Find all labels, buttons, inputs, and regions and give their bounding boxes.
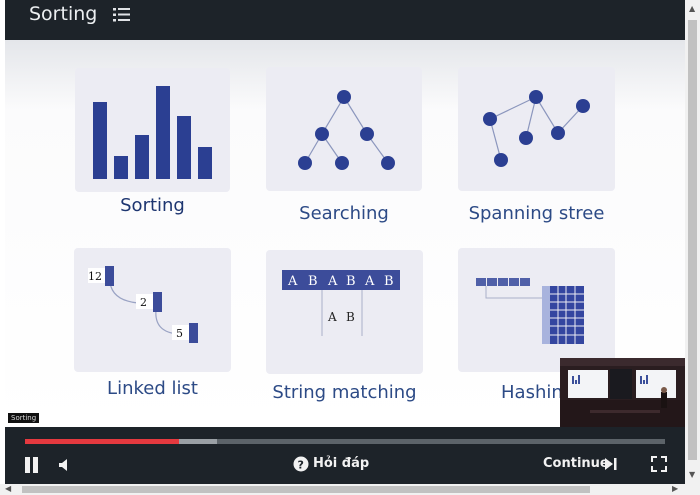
searching-card: [266, 67, 422, 191]
player-controls: ? Hỏi đáp Continue: [5, 427, 685, 484]
slide-tag: Sorting: [8, 413, 40, 423]
string-matching-label: String matching: [272, 382, 417, 403]
spanning-tree-label: Spanning stree: [468, 203, 605, 224]
lesson-title: Sorting: [29, 3, 98, 25]
list-icon[interactable]: [113, 7, 131, 23]
continue-button[interactable]: Continue: [543, 456, 609, 471]
bar-chart-illustration: [93, 86, 212, 179]
pattern-char: A: [327, 310, 337, 324]
fullscreen-icon[interactable]: [651, 456, 667, 472]
hash-table-illustration: [476, 278, 584, 344]
linked-list-illustration: 12 2 5: [88, 266, 198, 343]
help-icon[interactable]: ?: [293, 456, 309, 472]
svg-text:?: ?: [298, 459, 304, 472]
node-value: 2: [140, 296, 147, 309]
instructor-video-thumbnail[interactable]: [560, 358, 685, 427]
string-matching-illustration: A B A B A B A B: [282, 270, 400, 336]
top-bar: Sorting: [5, 0, 685, 40]
scroll-right-icon[interactable]: ▶: [672, 484, 678, 493]
sorting-card: [75, 68, 230, 192]
pause-icon[interactable]: [25, 457, 39, 473]
scroll-down-icon[interactable]: ▼: [689, 470, 695, 479]
horizontal-scrollbar[interactable]: ◀ ▶: [0, 484, 700, 495]
scroll-left-icon[interactable]: ◀: [5, 484, 11, 493]
tree-illustration: [298, 90, 395, 170]
text-char: B: [384, 274, 394, 289]
pattern-char: B: [346, 310, 355, 324]
text-char: A: [287, 274, 298, 289]
text-char: B: [308, 274, 318, 289]
hashing-card: [458, 248, 615, 372]
string-matching-card: A B A B A B A B: [266, 250, 423, 374]
graph-illustration: [483, 90, 590, 167]
text-char: A: [327, 274, 338, 289]
horizontal-scroll-thumb[interactable]: [22, 486, 590, 493]
vertical-scrollbar[interactable]: ▲ ▼: [685, 0, 700, 484]
faq-button[interactable]: Hỏi đáp: [313, 456, 369, 471]
scroll-up-icon[interactable]: ▲: [689, 4, 695, 13]
node-value: 5: [176, 327, 183, 340]
vertical-scroll-thumb[interactable]: [688, 20, 697, 460]
played-progress: [25, 439, 179, 444]
skip-next-icon[interactable]: [605, 458, 617, 470]
video-slide[interactable]: Sorting Searching Spanning stree 12 2 5 …: [5, 40, 685, 427]
node-value: 12: [88, 270, 102, 283]
text-char: A: [364, 274, 375, 289]
stage-scene-image: [560, 358, 685, 427]
hashing-label: Hashin: [501, 382, 563, 403]
progress-bar[interactable]: [25, 439, 665, 444]
linked-list-card: 12 2 5: [74, 248, 231, 372]
spanning-tree-card: [458, 67, 615, 191]
searching-label: Searching: [299, 203, 389, 224]
sorting-label: Sorting: [120, 195, 185, 216]
linked-list-label: Linked list: [107, 378, 198, 399]
volume-icon[interactable]: [59, 459, 71, 471]
text-char: B: [346, 274, 356, 289]
